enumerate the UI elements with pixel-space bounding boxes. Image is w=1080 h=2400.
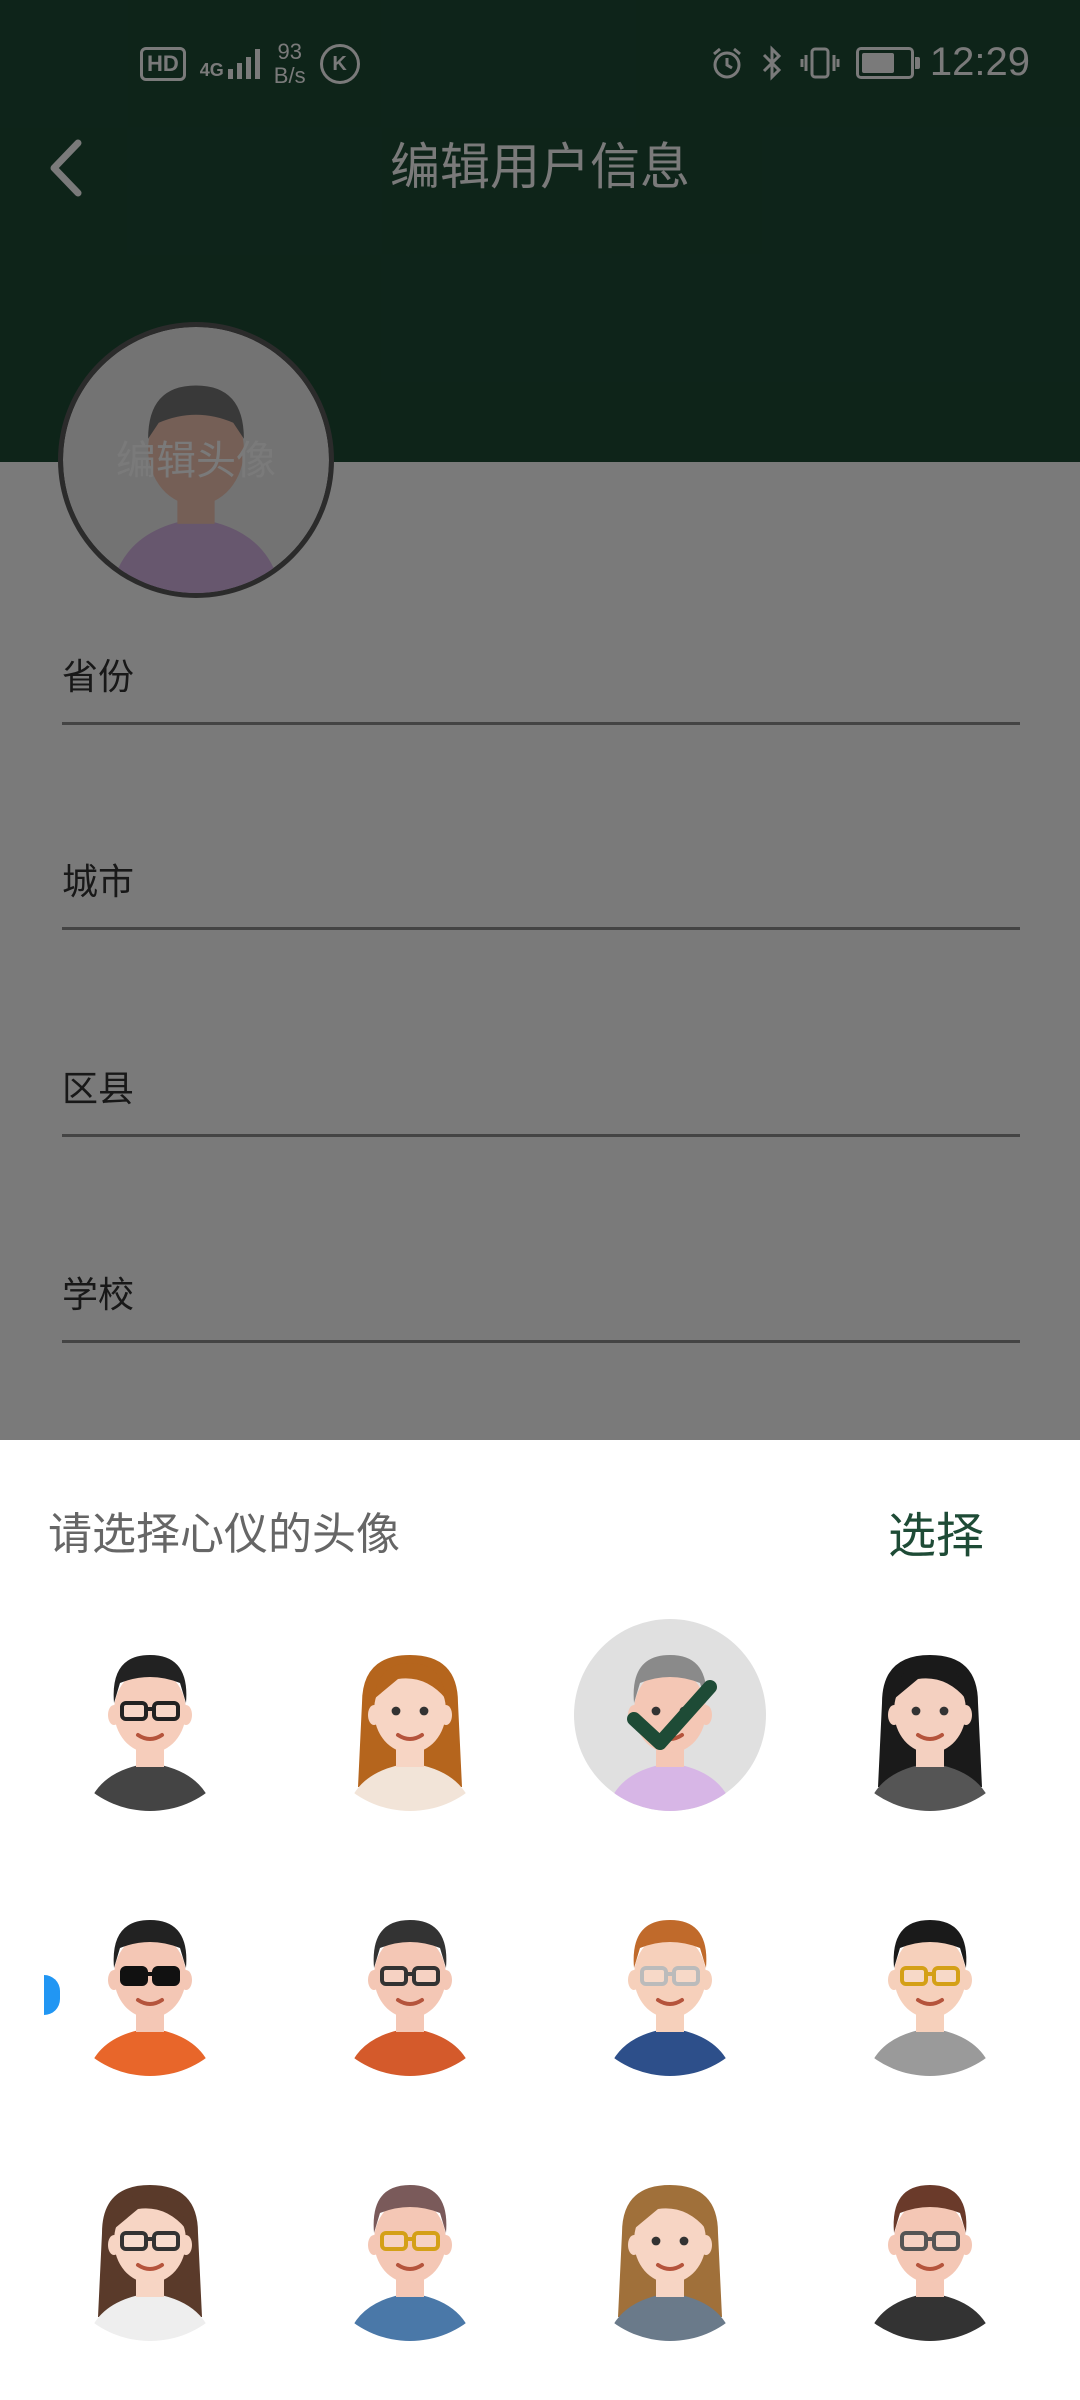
avatar-man-glasses-violin[interactable] — [820, 2135, 1040, 2355]
avatar-woman-long-black-hair[interactable] — [820, 1605, 1040, 1825]
city-field[interactable]: 城市 — [62, 837, 1020, 930]
city-label: 城市 — [62, 862, 135, 903]
avatar-man-gold-glasses[interactable] — [820, 1870, 1040, 2090]
avatar-picker-title: 请选择心仪的头像 — [48, 1509, 400, 1560]
avatar-illustration — [834, 1884, 1026, 2076]
avatar-man-sunglasses[interactable] — [40, 1870, 260, 2090]
avatar-woman-long-brown-hair[interactable] — [300, 1605, 520, 1825]
avatar-illustration — [574, 1619, 766, 1811]
avatar-picker-sheet: 请选择心仪的头像 选择 — [0, 1440, 1080, 2400]
select-button[interactable]: 选择 — [888, 1496, 984, 1566]
district-label: 区县 — [62, 1069, 135, 1110]
avatar-illustration — [574, 2149, 766, 2341]
network-speed: 93 B/s — [274, 40, 306, 88]
network-speed-unit: B/s — [273, 63, 306, 88]
district-field[interactable]: 区县 — [62, 1044, 1020, 1137]
avatar-illustration — [54, 1884, 246, 2076]
avatar-illustration — [834, 1619, 1026, 1811]
status-bar: HD 4G 93 B/s K 12:29 — [0, 0, 1080, 130]
avatar-man-gold-glasses-denim[interactable] — [300, 2135, 520, 2355]
school-field[interactable]: 学校 — [62, 1250, 1020, 1343]
page-title: 编辑用户信息 — [390, 138, 690, 196]
avatar-illustration — [314, 2149, 506, 2341]
avatar-man-glasses-beard[interactable] — [300, 1870, 520, 2090]
avatar-woman-glasses-striped[interactable] — [40, 2135, 260, 2355]
avatar-illustration — [314, 1884, 506, 2076]
avatar-illustration — [314, 1619, 506, 1811]
school-label: 学校 — [62, 1275, 135, 1316]
avatar-illustration — [54, 1619, 246, 1811]
user-info-form: 省份 城市 区县 学校 — [0, 462, 1080, 1440]
edit-avatar-button[interactable]: 编辑头像 — [58, 322, 334, 598]
signal-icon: 4G — [200, 49, 260, 79]
province-label: 省份 — [62, 657, 135, 698]
vibrate-icon — [800, 47, 840, 78]
avatar-man-orange-hair-glasses[interactable] — [560, 1870, 780, 2090]
province-field[interactable]: 省份 — [62, 632, 1020, 725]
avatar-illustration — [574, 1884, 766, 2076]
edit-avatar-label: 编辑头像 — [116, 438, 276, 484]
avatar-man-glasses-black-hair[interactable] — [40, 1605, 260, 1825]
battery-icon — [855, 46, 920, 79]
avatar-illustration — [54, 2149, 246, 2341]
network-type-label: 4G — [199, 60, 224, 80]
k-icon: K — [319, 44, 360, 84]
hd-icon: HD — [140, 47, 186, 81]
avatar-illustration — [834, 2149, 1026, 2341]
avatar-man-gray-hair-selected[interactable] — [560, 1605, 780, 1825]
bluetooth-icon — [762, 44, 782, 81]
alarm-icon — [712, 47, 741, 78]
network-speed-value: 93 — [277, 39, 302, 64]
avatar-woman-long-hair-smile[interactable] — [560, 2135, 780, 2355]
clock: 12:29 — [929, 40, 1030, 84]
